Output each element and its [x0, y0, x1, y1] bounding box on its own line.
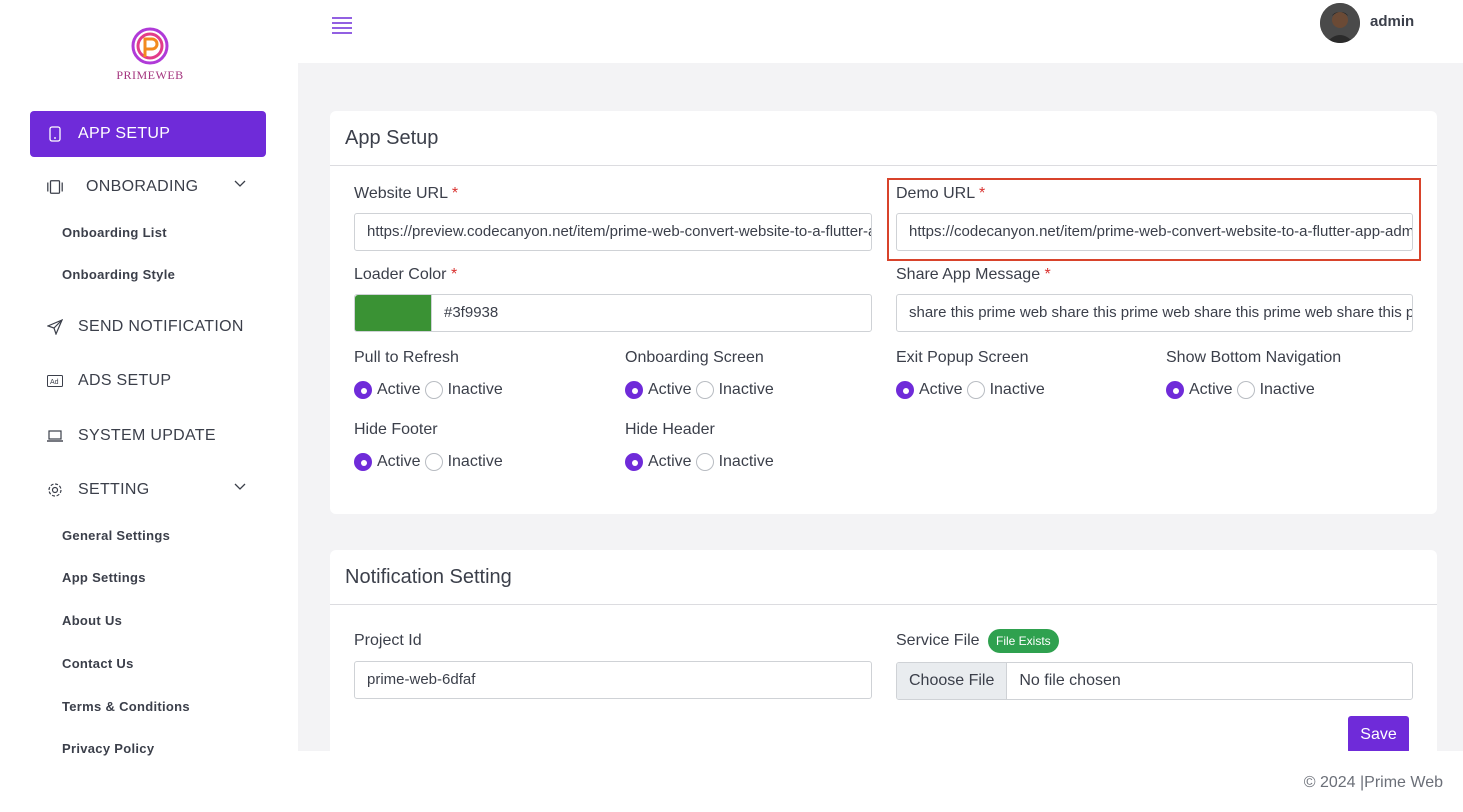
sidebar-item-onboarding-list[interactable]: Onboarding List: [62, 225, 167, 240]
menu-icon[interactable]: [331, 15, 353, 35]
share-message-input[interactable]: share this prime web share this prime we…: [896, 294, 1413, 332]
sidebar-item-label: SEND NOTIFICATION: [78, 318, 244, 335]
bottom-navigation-label: Show Bottom Navigation: [1166, 349, 1342, 366]
sidebar-item-privacy-policy[interactable]: Privacy Policy: [62, 741, 154, 756]
service-file-input[interactable]: Choose File No file chosen: [896, 662, 1413, 700]
exit-popup-label: Exit Popup Screen: [896, 349, 1029, 366]
sidebar-item-app-settings[interactable]: App Settings: [62, 570, 146, 585]
brand-name: PRIMEWEB: [116, 68, 184, 82]
hide-header-inactive-radio[interactable]: [695, 453, 714, 471]
laptop-icon: [46, 427, 64, 445]
choose-file-button[interactable]: Choose File: [897, 663, 1008, 699]
user-name[interactable]: admin: [1370, 13, 1414, 30]
sidebar-item-ads-setup[interactable]: Ad ADS SETUP: [30, 361, 266, 401]
pull-to-refresh-active-radio[interactable]: [354, 381, 372, 399]
sidebar-item-about-us[interactable]: About Us: [62, 613, 122, 628]
chevron-down-icon: [234, 180, 246, 187]
website-url-label: Website URL *: [354, 185, 459, 202]
sidebar-item-general-settings[interactable]: General Settings: [62, 528, 170, 543]
sidebar-item-onboarding[interactable]: ONBORADING: [30, 167, 266, 207]
ad-icon: Ad: [46, 372, 64, 390]
pull-to-refresh-label: Pull to Refresh: [354, 349, 459, 366]
hide-footer-label: Hide Footer: [354, 421, 438, 438]
hide-footer-inactive-radio[interactable]: [424, 453, 443, 471]
sidebar-item-setting[interactable]: SETTING: [30, 470, 266, 510]
brand-logo[interactable]: PRIMEWEB: [112, 26, 188, 83]
sidebar-item-contact-us[interactable]: Contact Us: [62, 656, 134, 671]
demo-url-input[interactable]: https://codecanyon.net/item/prime-web-co…: [896, 213, 1413, 251]
sidebar-item-send-notification[interactable]: SEND NOTIFICATION: [30, 307, 266, 347]
sidebar-item-label: SETTING: [78, 481, 150, 498]
send-icon: [46, 318, 64, 336]
sidebar-item-onboarding-style[interactable]: Onboarding Style: [62, 267, 175, 282]
copyright: © 2024 |Prime Web: [1303, 774, 1443, 791]
main-content: App Setup Website URL * https://preview.…: [298, 63, 1463, 751]
exit-popup-options: Active Inactive: [896, 381, 1049, 399]
hide-footer-options: Active Inactive: [354, 453, 507, 471]
exit-popup-inactive-radio[interactable]: [966, 381, 985, 399]
onboarding-screen-active-radio[interactable]: [625, 381, 643, 399]
card-title: App Setup: [345, 127, 439, 149]
website-url-input[interactable]: https://preview.codecanyon.net/item/prim…: [354, 213, 872, 251]
loader-color-value: #3f9938: [444, 304, 499, 321]
hide-footer-active-radio[interactable]: [354, 453, 372, 471]
file-exists-badge: File Exists: [988, 629, 1059, 653]
sidebar-item-label: ADS SETUP: [78, 372, 172, 389]
card-title: Notification Setting: [345, 566, 512, 588]
sidebar-item-label: ONBORADING: [86, 178, 199, 195]
pull-to-refresh-inactive-radio[interactable]: [424, 381, 443, 399]
hide-header-active-radio[interactable]: [625, 453, 643, 471]
sidebar-item-label: SYSTEM UPDATE: [78, 427, 216, 444]
phone-icon: [46, 125, 64, 143]
hide-header-label: Hide Header: [625, 421, 715, 438]
sidebar: PRIMEWEB APP SETUP ONBORADING Onboarding…: [0, 0, 298, 812]
divider: [330, 165, 1437, 166]
share-message-label: Share App Message *: [896, 266, 1051, 283]
exit-popup-active-radio[interactable]: [896, 381, 914, 399]
footer: © 2024 |Prime Web: [298, 751, 1463, 812]
avatar[interactable]: [1320, 3, 1360, 43]
divider: [330, 604, 1437, 605]
project-id-label: Project Id: [354, 632, 422, 649]
gear-icon: [46, 481, 64, 499]
bottom-navigation-active-radio[interactable]: [1166, 381, 1184, 399]
svg-text:Ad: Ad: [50, 379, 59, 386]
onboarding-screen-inactive-radio[interactable]: [695, 381, 714, 399]
layers-icon: [46, 178, 64, 196]
demo-url-label: Demo URL *: [896, 185, 986, 202]
file-status: No file chosen: [1019, 672, 1121, 689]
sidebar-item-label: APP SETUP: [78, 125, 171, 142]
save-button[interactable]: Save: [1348, 716, 1409, 751]
hide-header-options: Active Inactive: [625, 453, 778, 471]
bottom-navigation-options: Active Inactive: [1166, 381, 1319, 399]
pull-to-refresh-options: Active Inactive: [354, 381, 507, 399]
onboarding-screen-options: Active Inactive: [625, 381, 778, 399]
app-setup-card: App Setup Website URL * https://preview.…: [330, 111, 1437, 514]
topbar: admin: [298, 0, 1463, 63]
primeweb-logo-icon: [131, 27, 169, 65]
sidebar-item-terms[interactable]: Terms & Conditions: [62, 699, 190, 714]
notification-card: Notification Setting Project Id prime-we…: [330, 550, 1437, 751]
color-swatch[interactable]: [355, 295, 432, 331]
bottom-navigation-inactive-radio[interactable]: [1236, 381, 1255, 399]
loader-color-input[interactable]: #3f9938: [354, 294, 872, 332]
sidebar-item-system-update[interactable]: SYSTEM UPDATE: [30, 416, 266, 456]
onboarding-screen-label: Onboarding Screen: [625, 349, 764, 366]
service-file-label: Service File: [896, 632, 980, 649]
sidebar-item-app-setup[interactable]: APP SETUP: [30, 111, 266, 157]
chevron-down-icon: [234, 483, 246, 490]
loader-color-label: Loader Color *: [354, 266, 458, 283]
project-id-input[interactable]: prime-web-6dfaf: [354, 661, 872, 699]
